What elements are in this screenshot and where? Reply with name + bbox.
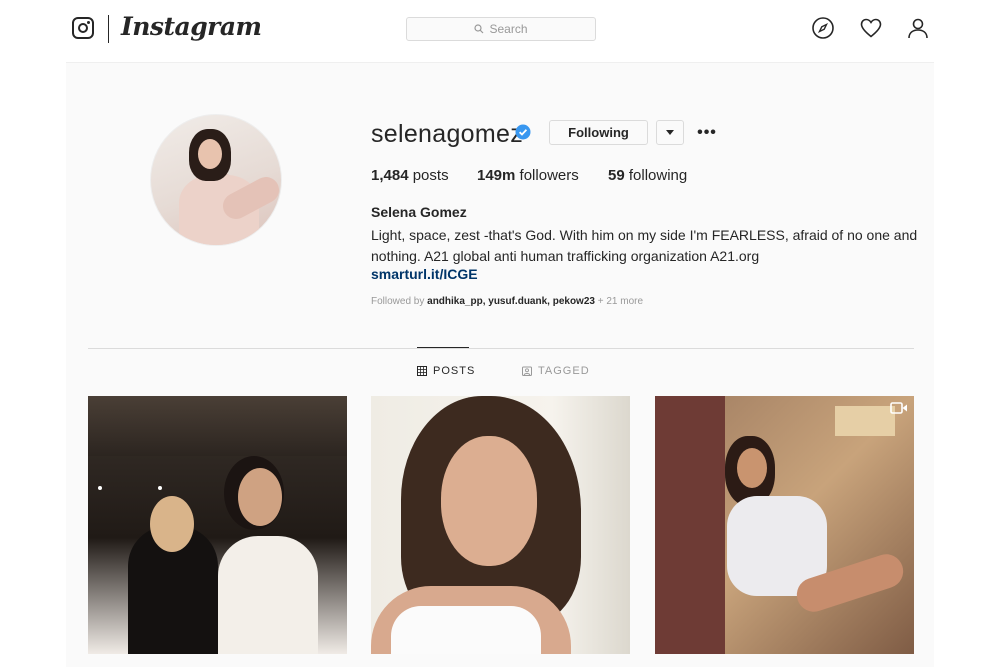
followers-count[interactable]: 149m followers [477, 167, 579, 184]
profile-icon[interactable] [906, 16, 930, 40]
post-photo-face [441, 436, 537, 566]
post-photo-face-left [150, 496, 194, 552]
post-photo-face [737, 448, 767, 488]
active-tab-indicator [417, 347, 469, 348]
followed-by-users[interactable]: andhika_pp, yusuf.duank, pekow23 [427, 296, 595, 307]
followed-by-text[interactable]: Followed by andhika_pp, yusuf.duank, pek… [371, 296, 643, 307]
profile-username: selenagomez [371, 120, 524, 148]
tab-posts[interactable]: POSTS [417, 365, 475, 377]
tab-posts-label: POSTS [433, 365, 476, 377]
suggested-dropdown-button[interactable] [656, 120, 684, 145]
post-photo-wall [655, 396, 725, 654]
profile-bio: Light, space, zest -that's God. With him… [371, 227, 918, 264]
post-photo-lights [98, 486, 102, 490]
more-options-button[interactable]: ••• [697, 120, 717, 145]
verified-badge-icon [515, 124, 531, 140]
instagram-logo-icon[interactable] [72, 17, 94, 39]
post-photo-window [835, 406, 895, 436]
profile-full-name: Selena Gomez [371, 204, 467, 220]
posts-count: 1,484 posts [371, 167, 449, 184]
search-icon [474, 24, 484, 34]
profile-website-link[interactable]: smarturl.it/ICGE [371, 266, 478, 282]
post-photo-person-right [218, 536, 318, 654]
post-thumbnail[interactable] [88, 396, 347, 654]
post-thumbnail[interactable] [655, 396, 914, 654]
profile-avatar[interactable] [150, 114, 282, 246]
video-icon [890, 402, 907, 414]
tagged-icon [522, 366, 532, 376]
post-photo-ceiling [88, 396, 347, 456]
logo-divider [108, 15, 109, 43]
search-input[interactable]: Search [406, 17, 596, 41]
grid-icon [417, 366, 427, 376]
top-nav: Instagram Search [0, 0, 1000, 62]
post-thumbnail[interactable] [371, 396, 630, 654]
heart-icon[interactable] [859, 16, 883, 40]
compass-icon[interactable] [811, 16, 835, 40]
instagram-wordmark[interactable]: Instagram [121, 12, 262, 41]
following-button[interactable]: Following [549, 120, 648, 145]
tab-tagged[interactable]: TAGGED [522, 365, 590, 377]
followed-by-more[interactable]: + 21 more [598, 296, 643, 307]
post-photo-top [391, 606, 541, 654]
post-photo-face-right [238, 468, 282, 526]
following-count[interactable]: 59 following [608, 167, 687, 184]
avatar-figure-face [198, 139, 222, 169]
tab-tagged-label: TAGGED [538, 365, 590, 377]
search-placeholder: Search [489, 22, 528, 36]
tabs-divider [88, 348, 914, 349]
